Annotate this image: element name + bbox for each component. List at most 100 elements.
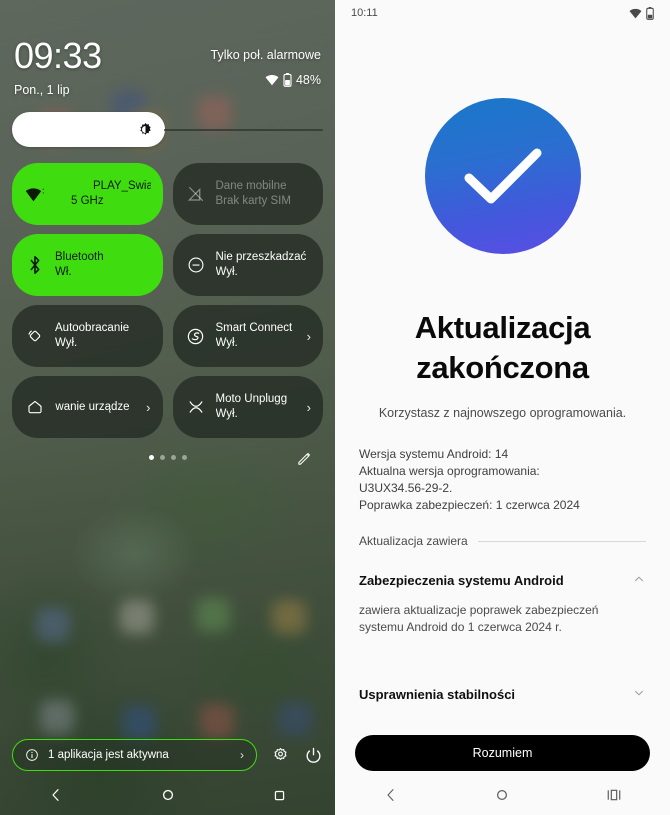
smart-connect-icon [185,327,207,346]
update-sections: Zabezpieczenia systemu Android zawiera a… [335,572,670,704]
meta-line-software-label: Aktualna wersja oprogramowania: [359,464,540,478]
home-icon [24,398,46,416]
tile-subtitle: Wył. [215,408,238,420]
tile-subtitle: Brak karty SIM [215,195,291,207]
section-title: Usprawnienia stabilności [359,687,516,702]
tile-do-not-disturb[interactable]: Nie przeszkadzać Wył. [172,234,323,296]
update-contains-header: Aktualizacja zawiera [335,534,670,548]
divider [477,540,646,542]
dual-screenshot-container: 09:33 Pon., 1 lip Tylko poł. alarmowe 48… [0,0,670,815]
tile-title: Bluetooth [55,251,104,263]
meta-line-security-patch: Poprawka zabezpieczeń: 1 czerwca 2024 [359,498,580,512]
section-body: zawiera aktualizacje poprawek zabezpiecz… [359,603,599,634]
auto-rotate-icon [24,327,46,345]
wifi-icon [629,8,642,19]
home-circle-icon[interactable] [494,787,510,803]
tile-title: Moto Unplugg [215,393,288,405]
page-dot[interactable] [170,455,176,460]
page-dot[interactable] [159,455,165,460]
bluetooth-icon [24,255,46,275]
section-header[interactable]: Usprawnienia stabilności [359,686,646,704]
carrier-label: Tylko poł. alarmowe [210,48,321,62]
clock-date: Pon., 1 lip [14,83,70,97]
wifi-icon [265,74,279,86]
active-apps-chip[interactable]: 1 aplikacja jest aktywna › [12,739,257,771]
chevron-right-icon[interactable]: › [240,748,244,762]
info-icon [25,748,39,762]
navigation-bar-left [0,775,335,815]
home-circle-icon[interactable] [160,787,176,803]
battery-percent: 48% [295,73,321,87]
recents-square-icon[interactable] [272,788,287,803]
gear-icon[interactable] [271,746,290,765]
quick-settings-footer: 1 aplikacja jest aktywna › [12,739,323,771]
tile-title: Smart Connect [215,322,293,334]
tile-subtitle: Wył. [55,337,78,349]
tile-title: Nie przeszkadzać [215,251,307,263]
tile-mobile-data[interactable]: Dane mobilne Brak karty SIM [172,163,323,225]
hero-graphic [335,98,670,254]
tile-subtitle: Wył. [215,266,238,278]
page-subtitle: Korzystasz z najnowszego oprogramowania. [378,406,627,420]
update-metadata: Wersja systemu Android: 14 Aktualna wers… [335,446,670,514]
status-bar: 10:11 [335,0,670,26]
tile-title: PLAY_Swiatl [93,180,151,192]
cta-container: Rozumiem [355,735,650,771]
brightness-slider[interactable] [12,112,323,147]
chevron-right-icon[interactable]: › [307,400,311,415]
tile-wifi[interactable]: PLAY_Swiatl 5 GHz [12,163,163,225]
understood-button[interactable]: Rozumiem [355,735,650,771]
back-icon[interactable] [383,787,399,803]
tile-title: Autoobracanie [55,322,130,334]
chevron-down-icon[interactable] [632,686,646,700]
tile-title: Dane mobilne [215,180,287,192]
page-dot[interactable] [181,455,187,460]
chevron-up-icon[interactable] [632,572,646,586]
mobile-data-off-icon [185,185,207,203]
status-time: 10:11 [351,7,378,19]
section-title: Zabezpieczenia systemu Android [359,573,564,588]
meta-line-android-version: Wersja systemu Android: 14 [359,447,509,461]
clock-time: 09:33 [14,35,102,76]
moto-unplugged-icon [185,399,207,415]
page-indicator[interactable] [0,455,335,460]
battery-icon [646,6,654,20]
brightness-slider-track[interactable] [164,128,323,131]
quick-settings-tiles: PLAY_Swiatl 5 GHz Dane mobilne Brak kart… [12,163,323,438]
system-update-screen: 10:11 Aktualizacja zakończona Korzystasz… [335,0,670,815]
brightness-icon [138,122,153,137]
status-icons-row: 48% [211,73,321,87]
section-android-security[interactable]: Zabezpieczenia systemu Android zawiera a… [359,572,646,636]
tile-subtitle: 5 GHz [71,195,104,207]
tile-title: owanie urządze [55,400,130,413]
power-icon[interactable] [304,746,323,765]
tile-moto-unplugged[interactable]: Moto Unplugg Wył. › [172,376,323,438]
active-apps-label: 1 aplikacja jest aktywna [48,749,169,761]
page-dot[interactable] [148,455,154,460]
back-icon[interactable] [48,787,64,803]
brightness-slider-fill[interactable] [12,112,165,147]
tile-smart-connect[interactable]: Smart Connect Wył. › [172,305,323,367]
tile-subtitle: Wł. [55,266,72,278]
tile-bluetooth[interactable]: Bluetooth Wł. [12,234,163,296]
lockscreen-status: Tylko poł. alarmowe 48% [211,48,321,87]
navigation-bar-right [335,775,670,815]
page-title: Aktualizacja zakończona [414,310,591,385]
chevron-right-icon[interactable]: › [146,400,150,415]
quick-settings-panel: 09:33 Pon., 1 lip Tylko poł. alarmowe 48… [0,0,335,815]
section-header[interactable]: Zabezpieczenia systemu Android [359,572,646,590]
lockscreen-clock: 09:33 Pon., 1 lip [14,35,102,98]
status-icons [629,6,654,20]
update-contains-label: Aktualizacja zawiera [359,534,468,548]
chevron-right-icon[interactable]: › [307,329,311,344]
tile-device-controls[interactable]: owanie urządze › [12,376,163,438]
tile-auto-rotate[interactable]: Autoobracanie Wył. [12,305,163,367]
section-stability-improvements[interactable]: Usprawnienia stabilności [359,686,646,704]
pencil-icon[interactable] [296,450,313,467]
wifi-icon [24,186,46,203]
do-not-disturb-icon [185,256,207,274]
check-circle-icon [424,98,581,254]
battery-icon [283,73,292,87]
recents-icon[interactable] [606,788,622,802]
